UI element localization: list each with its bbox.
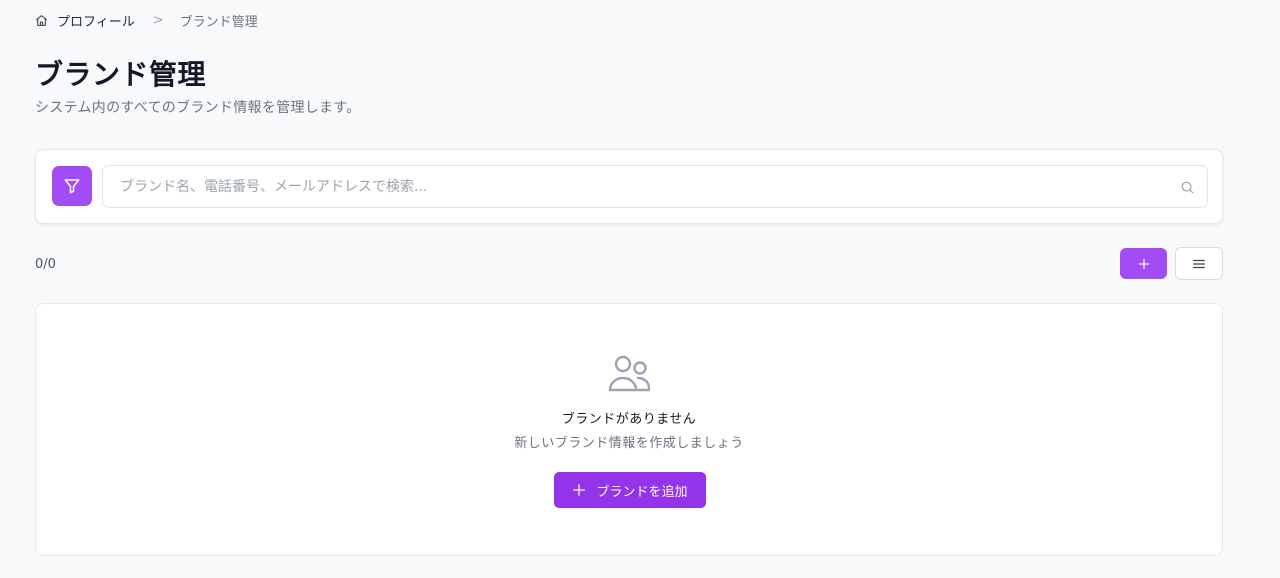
search-card: [35, 149, 1223, 224]
home-icon[interactable]: [35, 14, 48, 27]
breadcrumb-item-current: ブランド管理: [179, 14, 258, 30]
result-count: 0/0: [35, 257, 56, 272]
menu-icon: [1193, 259, 1205, 268]
filter-icon: [64, 179, 80, 194]
add-brand-button-label: ブランドを追加: [596, 484, 688, 500]
breadcrumb-separator: >: [152, 12, 164, 28]
breadcrumb-item-profile[interactable]: プロフィール: [57, 11, 135, 30]
add-brand-button[interactable]: ブランドを追加: [554, 472, 706, 508]
users-icon: [608, 355, 651, 392]
empty-state-title: ブランドがありません: [561, 412, 697, 427]
page-title: ブランド管理: [35, 58, 207, 91]
search-box: [102, 165, 1208, 208]
plus-icon: [572, 483, 586, 497]
empty-state-card: ブランドがありません 新しいブランド情報を作成しましょう ブランドを追加: [35, 303, 1223, 556]
filter-button[interactable]: [52, 166, 92, 206]
empty-state-description: 新しいブランド情報を作成しましょう: [514, 436, 744, 451]
menu-button[interactable]: [1175, 247, 1223, 280]
plus-icon: [1138, 258, 1149, 269]
add-button[interactable]: [1120, 248, 1167, 279]
page-subtitle: システム内のすべてのブランド情報を管理します。: [35, 100, 361, 116]
breadcrumb: プロフィール > ブランド管理: [35, 11, 258, 30]
search-input[interactable]: [103, 166, 1207, 207]
page: プロフィール > ブランド管理 ブランド管理 システム内のすべてのブランド情報を…: [0, 0, 1280, 578]
search-icon[interactable]: [1180, 180, 1195, 195]
